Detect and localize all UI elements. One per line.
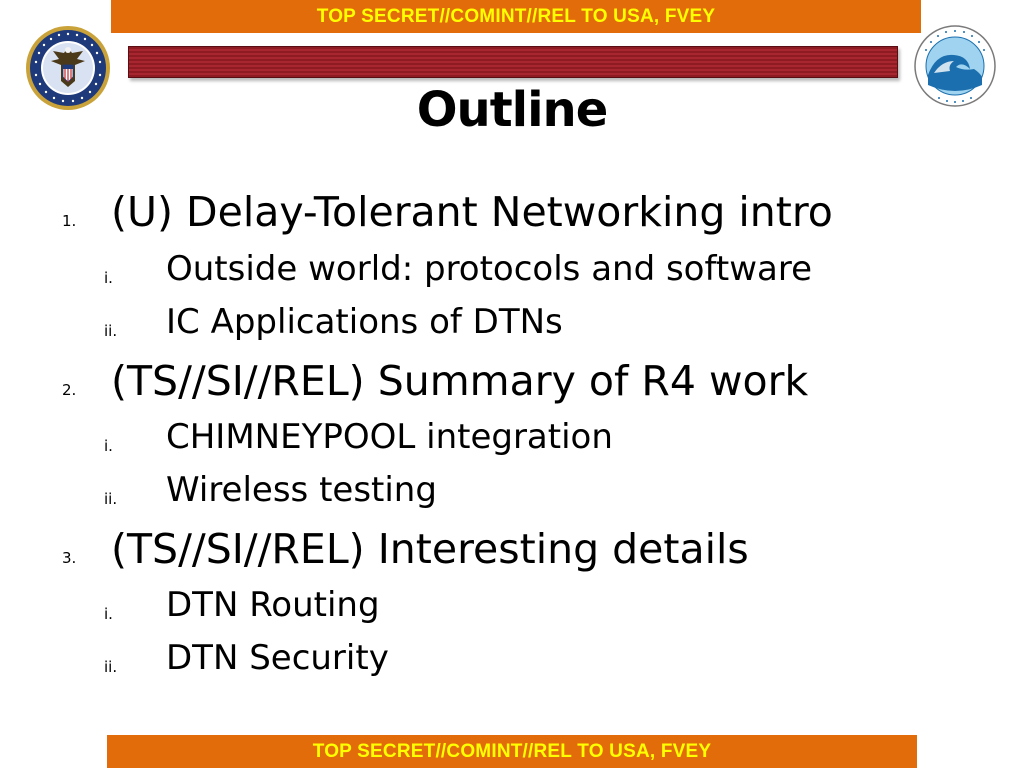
outline-item-2: (TS//SI//REL) Summary of R4 work <box>111 357 809 405</box>
outline-subnumber-3-2: ii. <box>104 658 118 676</box>
outline-number-1: 1. <box>62 212 77 230</box>
outline-item-3: (TS//SI//REL) Interesting details <box>111 525 749 573</box>
outline-subnumber-2-1: i. <box>104 437 113 455</box>
outline-subitem-2-2: Wireless testing <box>166 470 437 510</box>
outline-subnumber-2-2: ii. <box>104 490 118 508</box>
classification-banner-top: TOP SECRET//COMINT//REL TO USA, FVEY <box>111 0 921 33</box>
outline-subnumber-1-1: i. <box>104 269 113 287</box>
outline-subitem-2-1: CHIMNEYPOOL integration <box>166 417 613 457</box>
header-bar <box>128 46 898 78</box>
outline-subnumber-1-2: ii. <box>104 322 118 340</box>
slide: TOP SECRET//COMINT//REL TO USA, FVEY Out… <box>0 0 1024 768</box>
outline-subitem-1-2: IC Applications of DTNs <box>166 302 563 342</box>
classification-banner-bottom: TOP SECRET//COMINT//REL TO USA, FVEY <box>107 735 917 768</box>
outline-subnumber-3-1: i. <box>104 605 113 623</box>
outline-number-2: 2. <box>62 381 77 399</box>
outline-item-1: (U) Delay-Tolerant Networking intro <box>111 188 833 236</box>
outline-subitem-1-1: Outside world: protocols and software <box>166 249 812 289</box>
outline-subitem-3-1: DTN Routing <box>166 585 380 625</box>
outline-number-3: 3. <box>62 549 77 567</box>
slide-title: Outline <box>416 82 609 138</box>
outline-subitem-3-2: DTN Security <box>166 638 389 678</box>
